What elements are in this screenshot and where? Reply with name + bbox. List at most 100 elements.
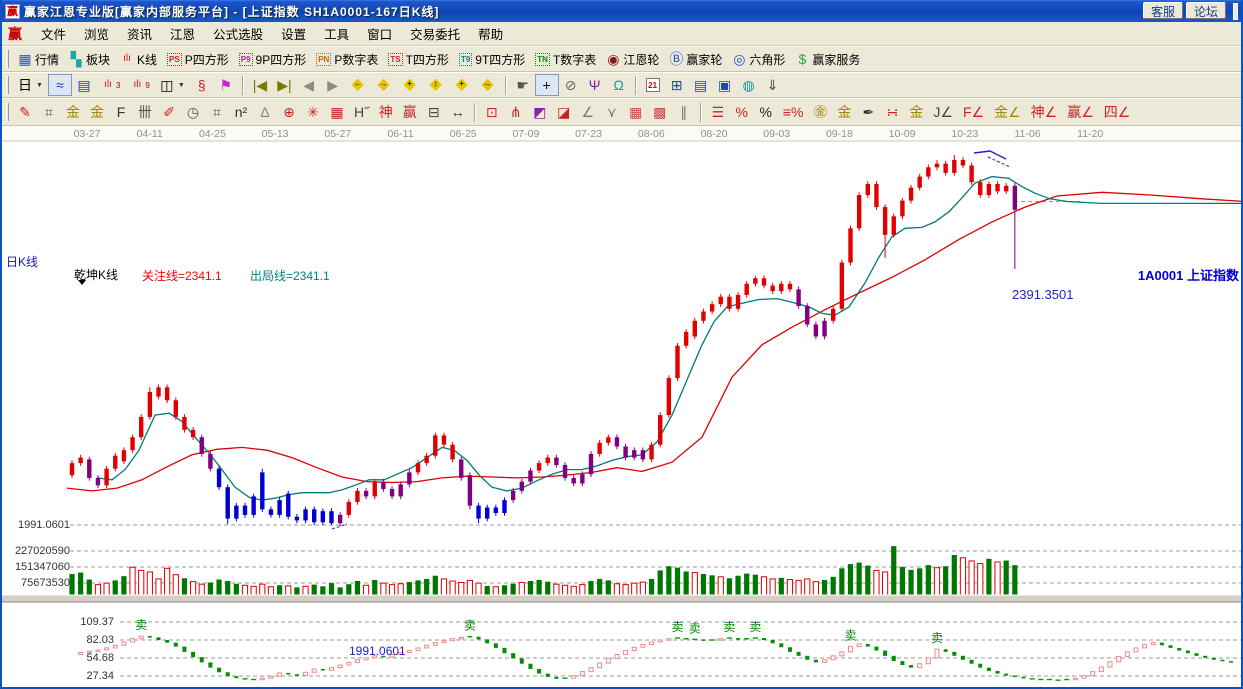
period-day-button[interactable]: 日▼ <box>13 74 48 96</box>
winner-wheel-button[interactable]: Ⓑ赢家轮 <box>664 48 727 70</box>
chart-region[interactable]: 03-2704-1104-2505-1305-2706-1106-2507-09… <box>2 126 1243 689</box>
five-grid-button[interactable]: 卌 <box>133 101 157 123</box>
toolbar-grip[interactable] <box>6 103 9 121</box>
step-forward-button[interactable]: ▶ <box>321 74 345 96</box>
percent-tool-button[interactable]: % <box>754 101 778 123</box>
tool-purple-button[interactable]: Ψ <box>583 74 607 96</box>
bars-3-button[interactable]: ılı3 <box>96 74 125 96</box>
win-angle-button[interactable]: 赢∠ <box>1062 101 1099 123</box>
bars-9-button[interactable]: ılı9 <box>125 74 154 96</box>
diamond-center-button[interactable]: ◆+ <box>397 74 423 96</box>
four-angle-button[interactable]: 四∠ <box>1099 101 1136 123</box>
titlebar-button-forum[interactable]: 论坛 <box>1186 2 1226 19</box>
ladder-tool-button[interactable]: ☰ <box>706 101 730 123</box>
grid-frame-button[interactable]: ▩ <box>648 101 672 123</box>
calendar-button[interactable]: 21 <box>641 74 665 96</box>
gold-bars-button[interactable]: 金 <box>832 101 856 123</box>
p-number-table-button[interactable]: PNP数字表 <box>311 48 383 70</box>
crosshair-button[interactable]: + <box>535 74 559 96</box>
market-quotes-button[interactable]: ▦行情 <box>13 48 64 70</box>
toolbar-grip[interactable] <box>6 50 9 68</box>
data-download-button[interactable]: ⇓ <box>761 74 785 96</box>
diamond-cross-button[interactable]: ◆+ <box>449 74 475 96</box>
pane-splitter[interactable] <box>2 595 1243 602</box>
menu-item-gann[interactable]: 江恩 <box>161 21 204 46</box>
9p-square-button[interactable]: P99P四方形 <box>234 48 311 70</box>
shen-grid-button[interactable]: 神 <box>374 101 398 123</box>
diamond-updown-button[interactable]: ◆↕ <box>423 74 449 96</box>
gann-wheel-button[interactable]: ◉江恩轮 <box>601 48 664 70</box>
go-last-button[interactable]: ▶| <box>272 74 296 96</box>
angle-lines-button[interactable]: ∠ <box>576 101 600 123</box>
menu-item-news[interactable]: 资讯 <box>118 21 161 46</box>
info-panel-button[interactable]: ▤ <box>72 74 96 96</box>
win-grid-button[interactable]: 赢 <box>398 101 422 123</box>
wave-tool-button[interactable]: ∺ <box>880 101 904 123</box>
fan-square-1-button[interactable]: ◩ <box>528 101 552 123</box>
tool-teal-button[interactable]: Ω <box>607 74 631 96</box>
winner-service-button[interactable]: $赢家服务 <box>790 48 865 70</box>
zigzag-view-button[interactable]: ≈ <box>48 74 72 96</box>
v-lines-button[interactable]: ⋎ <box>600 101 624 123</box>
f-grid-button[interactable]: F <box>109 101 133 123</box>
9t-square-button[interactable]: T99T四方形 <box>454 48 530 70</box>
knife-tool-button[interactable]: ✎ <box>13 101 37 123</box>
hexagon-button[interactable]: ◎六角形 <box>727 48 790 70</box>
titlebar-button-customer-service[interactable]: 客服 <box>1143 2 1183 19</box>
step-back-button[interactable]: ◀ <box>297 74 321 96</box>
ruler-123-button[interactable]: ⊟ <box>422 101 446 123</box>
gold-mark-button[interactable]: 金 <box>904 101 928 123</box>
j-angle-button[interactable]: J∠ <box>928 101 958 123</box>
t-square-button[interactable]: TST四方形 <box>383 48 454 70</box>
p-square-button[interactable]: PSP四方形 <box>162 48 234 70</box>
web-grid-button[interactable]: ▦ <box>325 101 349 123</box>
sector-blocks-button[interactable]: ▚板块 <box>64 48 115 70</box>
menu-item-tools[interactable]: 工具 <box>315 21 358 46</box>
h-mark-button[interactable]: H˝ <box>349 101 374 123</box>
box-corner-button[interactable]: ⊡ <box>480 101 504 123</box>
report-button[interactable]: ▤ <box>689 74 713 96</box>
candle-style-button[interactable]: ◫▼ <box>155 74 190 96</box>
menu-item-settings[interactable]: 设置 <box>272 21 315 46</box>
dense-grid-button[interactable]: ⌗ <box>205 101 229 123</box>
n-square-button[interactable]: n² <box>229 101 253 123</box>
go-first-button[interactable]: |◀ <box>248 74 272 96</box>
web-info-button[interactable]: ◍ <box>737 74 761 96</box>
shen-angle-button[interactable]: 神∠ <box>1026 101 1063 123</box>
kline-chart-button[interactable]: ılıK线 <box>115 48 162 70</box>
diamond-right-button[interactable]: ◆→ <box>371 74 397 96</box>
ink-pen-button[interactable]: ✒ <box>856 101 880 123</box>
fly-percent-button[interactable]: % <box>730 101 754 123</box>
target-tool-button[interactable]: ⊕ <box>277 101 301 123</box>
gold-circle-button[interactable]: ㊎ <box>808 101 832 123</box>
menu-item-formula-stock-pick[interactable]: 公式选股 <box>204 21 272 46</box>
chart-canvas[interactable]: 03-2704-1104-2505-1305-2706-1106-2507-09… <box>2 126 1243 689</box>
t-number-table-button[interactable]: TNT数字表 <box>530 48 601 70</box>
parallel-lines-button[interactable]: ∥ <box>672 101 696 123</box>
measure-button[interactable]: ⊘ <box>559 74 583 96</box>
grid-red-button[interactable]: ▦ <box>624 101 648 123</box>
diamond-wide-button[interactable]: ◆↔ <box>475 74 501 96</box>
gold-angle-button[interactable]: 金∠ <box>989 101 1026 123</box>
menu-item-browse[interactable]: 浏览 <box>75 21 118 46</box>
f-angle-button[interactable]: F∠ <box>958 101 989 123</box>
multi-percent-button[interactable]: ≡% <box>778 101 809 123</box>
time-wheel-button[interactable]: ◷ <box>181 101 205 123</box>
toolbar-grip[interactable] <box>6 76 9 94</box>
menu-item-trade-entrust[interactable]: 交易委托 <box>401 21 469 46</box>
calculator-button[interactable]: ⊞ <box>665 74 689 96</box>
period-label[interactable]: 日K线 <box>6 253 38 270</box>
menu-item-file[interactable]: 文件 <box>32 21 75 46</box>
titlebar-button-partial[interactable] <box>1233 3 1238 20</box>
menu-item-help[interactable]: 帮助 <box>469 21 512 46</box>
diamond-left-button[interactable]: ◆← <box>345 74 371 96</box>
save-button[interactable]: ▣ <box>713 74 737 96</box>
brush-tool-button[interactable]: ✐ <box>157 101 181 123</box>
overlay-dropdown-arrow-icon[interactable] <box>78 280 86 285</box>
hand-drag-button[interactable]: ☛ <box>511 74 535 96</box>
h-span-button[interactable]: ↔ <box>446 101 470 123</box>
pattern-tool-button[interactable]: § <box>190 74 214 96</box>
ray-fan-button[interactable]: ⋔ <box>504 101 528 123</box>
grid-tool-button[interactable]: ⌗ <box>37 101 61 123</box>
flag-chart-button[interactable]: ⚑ <box>214 74 238 96</box>
